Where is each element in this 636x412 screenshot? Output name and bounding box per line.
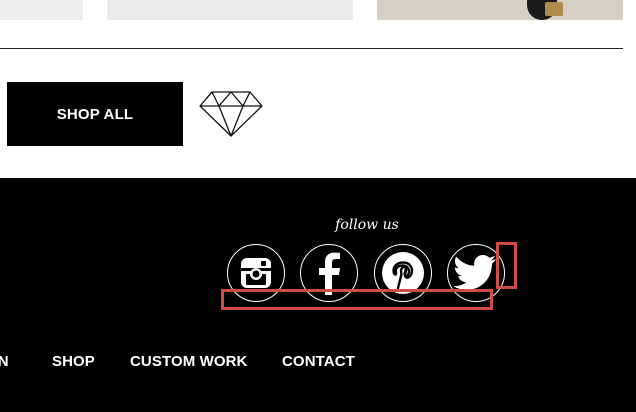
product-thumbnail-2[interactable] [107, 0, 353, 20]
highlight-box [221, 289, 493, 310]
footer-nav-item-about[interactable]: ON [0, 353, 9, 370]
footer-nav-item-contact[interactable]: CONTACT [282, 353, 355, 370]
shop-all-button[interactable]: SHOP ALL [7, 82, 183, 146]
diamond-icon [199, 91, 263, 137]
necklace-detail [545, 2, 563, 16]
footer-nav-item-shop[interactable]: SHOP [52, 353, 95, 370]
follow-us-label: follow us [335, 217, 399, 233]
footer-nav-item-custom-work[interactable]: CUSTOM WORK [130, 353, 247, 370]
product-thumbnail-3[interactable] [377, 0, 623, 20]
twitter-icon [454, 255, 496, 290]
product-thumbnail-1[interactable] [0, 0, 83, 20]
instagram-icon [241, 258, 271, 288]
section-divider [0, 48, 623, 49]
highlight-box [496, 242, 517, 289]
